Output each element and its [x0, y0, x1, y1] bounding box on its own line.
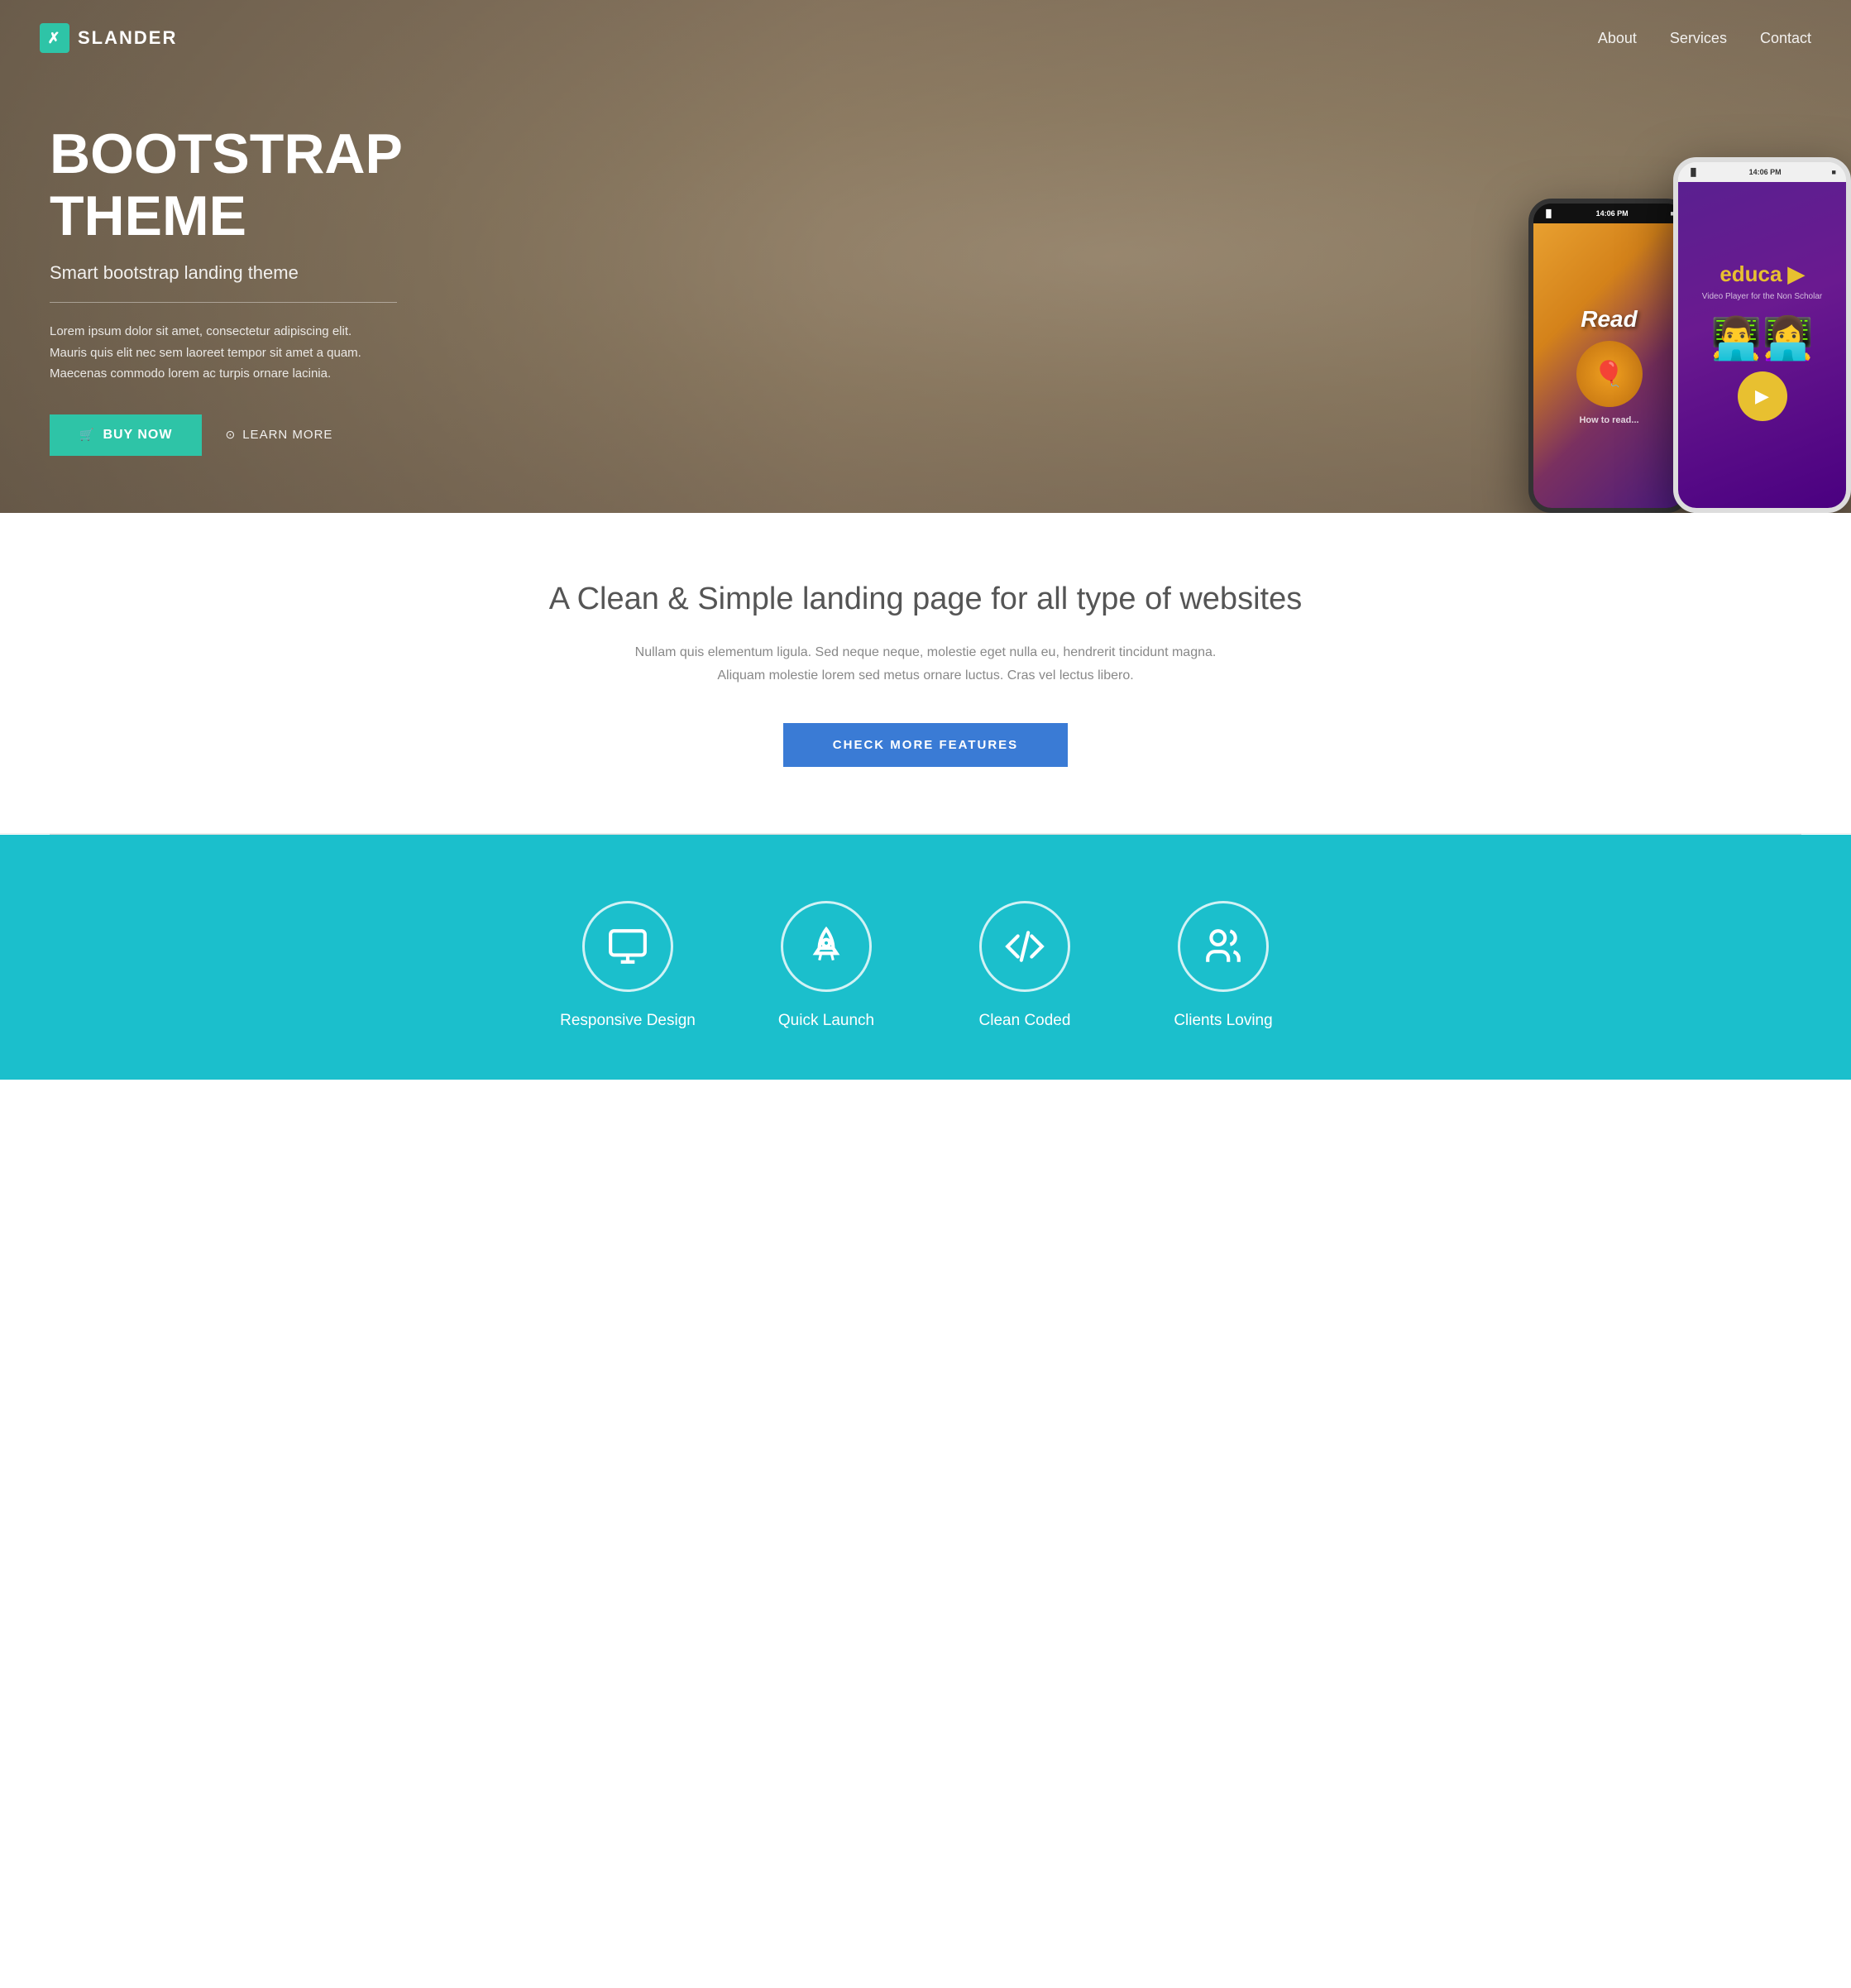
clients-label: Clients Loving	[1141, 1012, 1306, 1030]
buy-icon: 🛒	[79, 428, 94, 442]
phone-white-time: 14:06 PM	[1749, 168, 1782, 176]
coded-label: Clean Coded	[942, 1012, 1107, 1030]
middle-section: A Clean & Simple landing page for all ty…	[0, 513, 1851, 834]
phone-mockups: ▐▌ 14:06 PM ■ Read 🎈 How to read... ▐▌ 1…	[1528, 157, 1851, 513]
nav-services[interactable]: Services	[1670, 30, 1727, 47]
hero-section: BOOTSTRAP THEME Smart bootstrap landing …	[0, 0, 1851, 513]
phone-black-time: 14:06 PM	[1596, 209, 1629, 218]
monitor-icon	[607, 926, 648, 967]
hero-subtitle: Smart bootstrap landing theme	[50, 262, 380, 284]
logo-text: SLANDER	[78, 27, 177, 49]
hero-divider	[50, 302, 397, 303]
features-grid: Responsive Design Quick Launch	[529, 901, 1322, 1030]
navbar: ✗ SLANDER About Services Contact	[0, 0, 1851, 76]
hero-title: BOOTSTRAP THEME	[50, 123, 380, 247]
logo[interactable]: ✗ SLANDER	[40, 23, 177, 53]
hero-buttons: 🛒 BUY NOW ⊙ LEARN MORE	[50, 414, 380, 456]
phone-white-signal: ▐▌	[1688, 168, 1699, 176]
code-icon	[1004, 926, 1045, 967]
phone-black-signal: ▐▌	[1543, 209, 1554, 218]
users-icon	[1203, 926, 1244, 967]
check-features-button[interactable]: CHECK MORE FEATURES	[783, 723, 1068, 767]
middle-description: Nullam quis elementum ligula. Sed neque …	[611, 641, 1240, 686]
feature-launch: Quick Launch	[744, 901, 909, 1030]
learn-icon: ⊙	[225, 428, 236, 442]
learn-label: LEARN MORE	[242, 428, 332, 442]
coded-icon-circle	[979, 901, 1070, 992]
responsive-icon-circle	[582, 901, 673, 992]
buy-now-button[interactable]: 🛒 BUY NOW	[50, 414, 202, 456]
feature-coded: Clean Coded	[942, 901, 1107, 1030]
hero-description: Lorem ipsum dolor sit amet, consectetur …	[50, 321, 380, 385]
nav-links: About Services Contact	[1598, 30, 1811, 47]
nav-about[interactable]: About	[1598, 30, 1637, 47]
launch-label: Quick Launch	[744, 1012, 909, 1030]
teal-section: Responsive Design Quick Launch	[0, 835, 1851, 1080]
learn-more-button[interactable]: ⊙ LEARN MORE	[225, 428, 332, 442]
hero-content: BOOTSTRAP THEME Smart bootstrap landing …	[0, 57, 430, 455]
responsive-label: Responsive Design	[545, 1012, 710, 1030]
phone-black: ▐▌ 14:06 PM ■ Read 🎈 How to read...	[1528, 199, 1690, 513]
phone-white: ▐▌ 14:06 PM ■ educa ▶ Video Player for t…	[1673, 157, 1851, 513]
rocket-icon	[806, 926, 847, 967]
phone-black-screen: Read 🎈 How to read...	[1533, 223, 1685, 508]
phone-white-battery: ■	[1832, 168, 1836, 176]
launch-icon-circle	[781, 901, 872, 992]
phone-white-screen: educa ▶ Video Player for the Non Scholar…	[1678, 182, 1846, 508]
middle-title: A Clean & Simple landing page for all ty…	[50, 579, 1801, 620]
feature-responsive: Responsive Design	[545, 901, 710, 1030]
buy-label: BUY NOW	[103, 428, 172, 443]
logo-icon: ✗	[40, 23, 69, 53]
phone-black-status: ▐▌ 14:06 PM ■	[1533, 204, 1685, 223]
clients-icon-circle	[1178, 901, 1269, 992]
phone-white-status: ▐▌ 14:06 PM ■	[1678, 162, 1846, 182]
feature-clients: Clients Loving	[1141, 901, 1306, 1030]
nav-contact[interactable]: Contact	[1760, 30, 1811, 47]
